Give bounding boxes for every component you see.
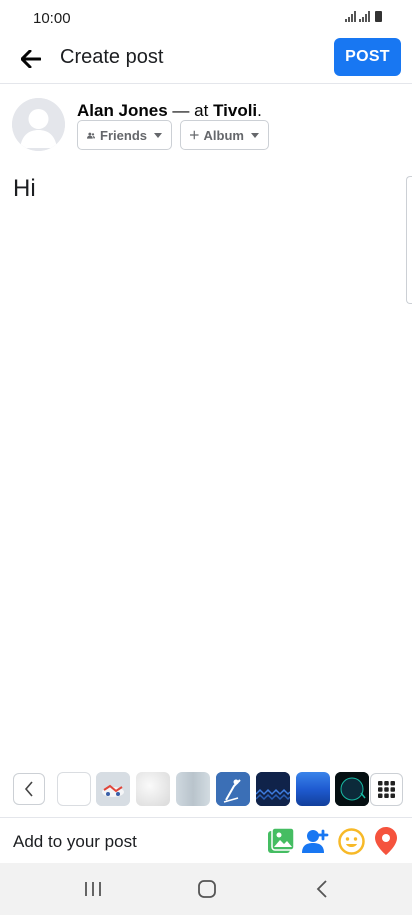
album-label: Album: [203, 127, 244, 143]
strip-back-button[interactable]: [13, 773, 45, 805]
chevron-left-icon: [24, 781, 33, 797]
background-swatch-blue-ocean[interactable]: [296, 772, 330, 806]
background-swatch-light-blue[interactable]: [176, 772, 210, 806]
home-icon: [198, 880, 216, 898]
signal-icon: [345, 11, 356, 22]
checkin-separator: — at: [167, 101, 214, 120]
post-button[interactable]: POST: [334, 38, 401, 76]
feeling-button[interactable]: [336, 826, 366, 856]
chevron-down-icon: [154, 132, 162, 138]
waves-thumbnail: [256, 772, 290, 806]
background-swatch-blue-skater[interactable]: [216, 772, 250, 806]
default-avatar-icon: [12, 98, 65, 151]
background-swatch-black-circle[interactable]: [335, 772, 369, 806]
status-icons: [345, 11, 382, 22]
back-button[interactable]: [16, 44, 46, 74]
friends-icon: [87, 132, 96, 139]
grid-icon: [378, 781, 395, 798]
background-strip: [0, 768, 412, 812]
chevron-down-icon: [251, 132, 259, 138]
audience-selector[interactable]: Friends: [77, 120, 172, 150]
background-swatch-white-texture[interactable]: [136, 772, 170, 806]
illustration-thumbnail: [96, 772, 130, 806]
checkin-place[interactable]: Tivoli: [213, 101, 257, 120]
status-time: 10:00: [33, 10, 71, 27]
back-arrow-icon: [21, 50, 41, 68]
signal-icon-2: [359, 11, 370, 22]
recent-apps-icon: [85, 882, 101, 896]
home-button[interactable]: [187, 875, 227, 903]
post-text-input[interactable]: Hi: [13, 175, 36, 203]
background-swatch-plain-white[interactable]: [57, 772, 91, 806]
photo-icon: [268, 828, 295, 853]
recent-apps-button[interactable]: [73, 875, 113, 903]
chevron-left-icon: [316, 880, 327, 898]
add-to-post-bar[interactable]: Add to your post: [0, 817, 412, 863]
author-line: Alan Jones — at Tivoli.: [77, 101, 262, 121]
plus-icon: [190, 130, 199, 140]
app-header: Create post POST: [0, 36, 412, 84]
circle-thumbnail: [335, 772, 369, 806]
photo-button[interactable]: [267, 826, 297, 856]
feeling-icon: [337, 827, 365, 855]
audience-label: Friends: [100, 127, 147, 143]
location-icon: [375, 827, 397, 855]
system-back-button[interactable]: [302, 875, 342, 903]
skater-thumbnail: [216, 772, 250, 806]
checkin-suffix: .: [257, 101, 262, 120]
system-nav-bar: [0, 863, 412, 915]
author-name[interactable]: Alan Jones: [77, 101, 168, 120]
location-button[interactable]: [371, 826, 401, 856]
all-backgrounds-button[interactable]: [370, 773, 403, 806]
background-swatch-illustration[interactable]: [96, 772, 130, 806]
background-swatch-navy-waves[interactable]: [256, 772, 290, 806]
tag-people-icon: [302, 829, 329, 853]
tag-people-button[interactable]: [301, 826, 331, 856]
page-title: Create post: [60, 46, 164, 68]
edge-panel-handle[interactable]: [406, 176, 412, 304]
add-to-post-label: Add to your post: [13, 832, 137, 851]
battery-icon: [375, 11, 382, 22]
avatar[interactable]: [12, 98, 65, 151]
status-bar: 10:00: [0, 0, 412, 36]
author-row: Alan Jones — at Tivoli. Friends Album: [0, 96, 412, 156]
album-selector[interactable]: Album: [180, 120, 269, 150]
